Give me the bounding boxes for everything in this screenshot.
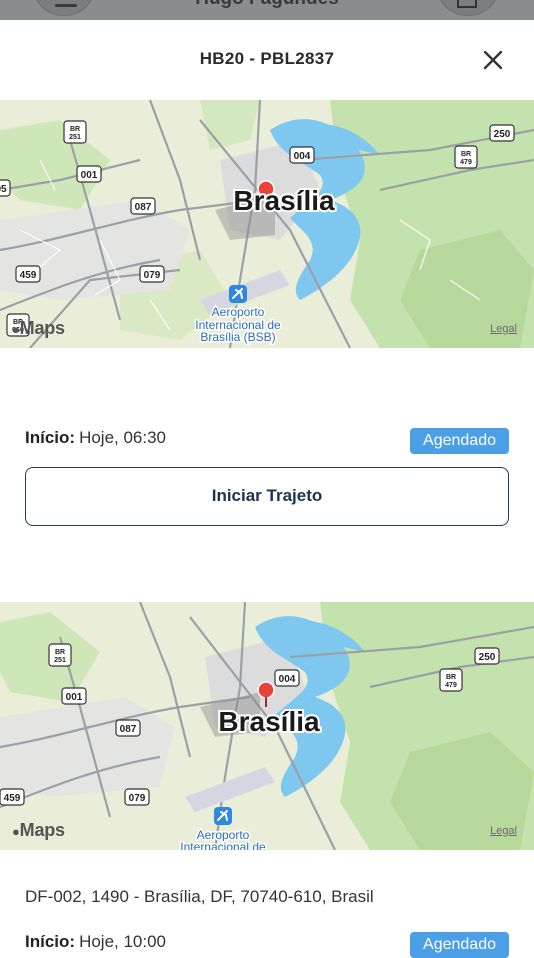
road-shield-95: 95 <box>0 184 7 195</box>
road-shield-001: 001 <box>81 170 98 181</box>
svg-text:250: 250 <box>479 652 496 663</box>
vehicle-title: HB20 - PBL2837 <box>199 49 335 68</box>
airport-icon <box>214 807 232 825</box>
trip-sheet: HB20 - PBL2837 BR 251 BR 479 004 250 001… <box>0 20 534 958</box>
road-shield-br: BR <box>70 126 80 133</box>
svg-text:004: 004 <box>279 674 296 685</box>
maps-brand: ●Maps <box>12 318 65 338</box>
svg-text:BR: BR <box>55 649 65 656</box>
apple-logo-icon: ● <box>12 824 20 839</box>
trip-map-2[interactable]: BR 251 BR 479 004 250 001 087 079 459 Bras… <box>0 602 534 850</box>
svg-text:251: 251 <box>54 657 66 664</box>
svg-text:459: 459 <box>4 793 21 804</box>
svg-text:087: 087 <box>120 724 137 735</box>
map-legal-link[interactable]: Legal <box>490 323 517 335</box>
start-label: Início: <box>25 932 76 951</box>
road-shield-004: 004 <box>294 151 311 162</box>
maps-brand: ●Maps <box>12 820 65 840</box>
road-shield-079: 079 <box>144 270 161 281</box>
road-shield-251: 251 <box>69 134 81 141</box>
road-shield-479: 479 <box>460 159 472 166</box>
trip-map-1[interactable]: BR251 BR479 004 250 001 087 079 459 95 B… <box>0 100 534 348</box>
airport-label-line3: Brasília (BSB) <box>200 330 275 344</box>
qr-code-icon <box>457 0 477 8</box>
trip-1-start-row: Início: Hoje, 06:30 Agendado <box>25 428 509 454</box>
road-shield-250: 250 <box>494 129 511 140</box>
status-badge: Agendado <box>410 428 509 454</box>
airport-label-line2: Internacional de <box>180 840 266 850</box>
background-screen: Hugo Fagundes <box>0 0 534 20</box>
apple-logo-icon: ● <box>12 322 20 337</box>
close-button[interactable] <box>478 45 508 75</box>
map-city-label: Brasília <box>218 706 320 737</box>
airport-label-line1: Aeroporto <box>212 305 265 319</box>
trip-2-address: DF-002, 1490 - Brasília, DF, 70740-610, … <box>25 887 374 906</box>
trip-2-start-row: Início: Hoje, 10:00 Agendado <box>25 932 509 958</box>
svg-text:BR: BR <box>446 674 456 681</box>
svg-text:001: 001 <box>66 692 83 703</box>
start-time: Hoje, 06:30 <box>79 428 167 447</box>
svg-text:079: 079 <box>129 793 146 804</box>
start-trip-button[interactable]: Iniciar Trajeto <box>25 467 509 526</box>
sheet-header: HB20 - PBL2837 <box>0 20 534 100</box>
status-badge: Agendado <box>410 932 509 958</box>
close-icon <box>483 50 503 70</box>
map-legal-link[interactable]: Legal <box>490 825 517 837</box>
svg-text:BR: BR <box>461 151 471 158</box>
road-shield-459: 459 <box>20 270 37 281</box>
map-city-label: Brasília <box>233 185 335 216</box>
airport-icon <box>229 285 247 303</box>
start-label: Início: <box>25 428 76 447</box>
road-shield-087: 087 <box>135 202 152 213</box>
svg-text:479: 479 <box>445 682 457 689</box>
start-time: Hoje, 10:00 <box>79 932 167 951</box>
